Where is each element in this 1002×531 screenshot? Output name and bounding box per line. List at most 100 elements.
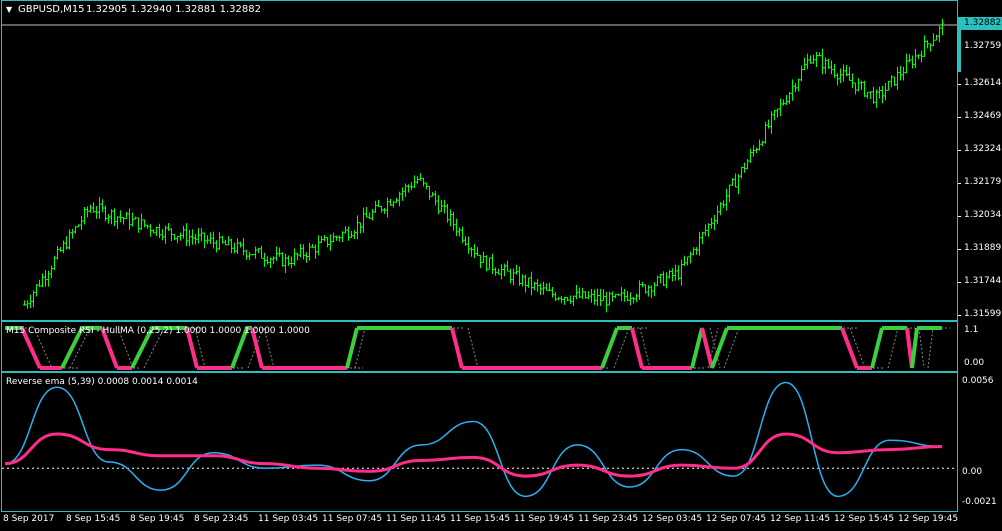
price-candle <box>314 244 317 259</box>
price-chart-panel[interactable]: ▼ GBPUSD,M15 1.32905 1.32940 1.32881 1.3… <box>1 0 958 321</box>
price-candle <box>647 285 650 297</box>
price-candle <box>623 288 626 302</box>
price-candle <box>815 51 818 68</box>
price-candle <box>653 282 656 297</box>
price-candle <box>707 223 710 237</box>
price-candle <box>941 18 944 36</box>
price-candle <box>293 248 296 266</box>
price-candle <box>98 197 101 219</box>
price-candle <box>821 48 824 75</box>
price-candle <box>890 75 893 88</box>
price-candle <box>272 256 275 264</box>
price-candle <box>260 245 263 259</box>
price-candle <box>422 177 425 187</box>
price-tick-mark <box>958 183 961 184</box>
time-axis-label: 11 Sep 03:45 <box>258 514 319 524</box>
price-candle <box>551 286 554 298</box>
price-candle <box>44 270 47 287</box>
price-candle <box>644 284 647 294</box>
price-candle <box>347 226 350 241</box>
price-candle <box>161 229 164 241</box>
price-candle <box>485 255 488 272</box>
price-candle <box>776 108 779 118</box>
price-candle <box>437 195 440 215</box>
price-candle <box>35 284 38 297</box>
price-candle <box>593 289 596 305</box>
price-candle <box>56 245 59 260</box>
price-tick-mark <box>958 282 961 283</box>
price-candle <box>779 98 782 116</box>
price-candle <box>539 283 542 296</box>
rsi-segment <box>450 327 479 369</box>
price-candle <box>503 263 506 277</box>
price-candle <box>215 240 218 253</box>
price-candle <box>872 86 875 104</box>
price-candle <box>584 291 587 299</box>
price-candle <box>251 254 254 256</box>
price-candle <box>758 139 761 151</box>
price-candle <box>320 236 323 244</box>
price-candle <box>398 191 401 207</box>
price-candle <box>26 300 29 309</box>
price-candle <box>635 293 638 303</box>
price-candle <box>602 289 605 301</box>
price-candle <box>836 73 839 86</box>
price-candle <box>542 281 545 295</box>
price-candle <box>575 285 578 300</box>
price-candle <box>311 244 314 248</box>
price-candle <box>326 237 329 248</box>
price-candle <box>134 216 137 220</box>
price-candle <box>926 40 929 49</box>
price-chart-svg <box>2 18 957 313</box>
price-candle <box>266 256 269 265</box>
rsi-axis: 1.1 0.00 <box>958 321 1002 372</box>
price-candle <box>533 281 536 291</box>
price-candle <box>560 296 563 304</box>
price-candle <box>230 238 233 254</box>
price-candle <box>461 226 464 244</box>
price-candle <box>518 266 521 286</box>
price-candle <box>659 273 662 284</box>
price-candle <box>203 232 206 249</box>
price-candle <box>296 252 299 261</box>
time-axis-label: 11 Sep 19:45 <box>514 514 575 524</box>
price-candle <box>446 204 449 223</box>
price-tick-mark <box>958 117 961 118</box>
rsi-panel[interactable]: M15 Composite RSI - HullMA (0,25,2) 1.00… <box>1 321 958 372</box>
price-candle <box>668 270 671 279</box>
price-candle <box>119 210 122 223</box>
rsi-segment <box>870 327 899 369</box>
price-candle <box>932 33 935 47</box>
time-axis-label: 11 Sep 23:45 <box>578 514 639 524</box>
time-axis-label: 11 Sep 11:45 <box>386 514 447 524</box>
price-candle <box>374 200 377 213</box>
price-candle <box>464 236 467 246</box>
price-candle <box>131 212 134 227</box>
price-candle <box>209 232 212 244</box>
price-candle <box>842 64 845 82</box>
price-candle <box>410 181 413 191</box>
price-candle <box>467 236 470 254</box>
price-axis: 1.32759 1.32614 1.32469 1.32324 1.32179 1.320… <box>958 0 1002 321</box>
price-candle <box>800 65 803 82</box>
price-candle <box>704 224 707 237</box>
price-candle <box>404 183 407 197</box>
chart-menu-triangle-icon[interactable]: ▼ <box>6 5 12 14</box>
price-candle <box>734 173 737 188</box>
price-candle <box>689 251 692 264</box>
price-candle <box>287 255 290 266</box>
price-candle <box>794 83 797 93</box>
price-candle <box>113 208 116 227</box>
rsi-segment <box>910 327 934 369</box>
price-candle <box>752 145 755 157</box>
ema-axis: 0.0056 0.00 -0.0021 <box>958 372 1002 512</box>
rsi-tick-bottom: 0.00 <box>964 358 985 368</box>
price-candle <box>878 86 881 99</box>
price-candle <box>173 233 176 241</box>
price-candle <box>362 207 365 233</box>
price-candle <box>281 252 284 267</box>
price-candle <box>887 80 890 91</box>
ema-panel[interactable]: Reverse ema (5,39) 0.0008 0.0014 0.0014 <box>1 372 958 512</box>
price-candle <box>692 247 695 256</box>
price-candle <box>125 212 128 220</box>
